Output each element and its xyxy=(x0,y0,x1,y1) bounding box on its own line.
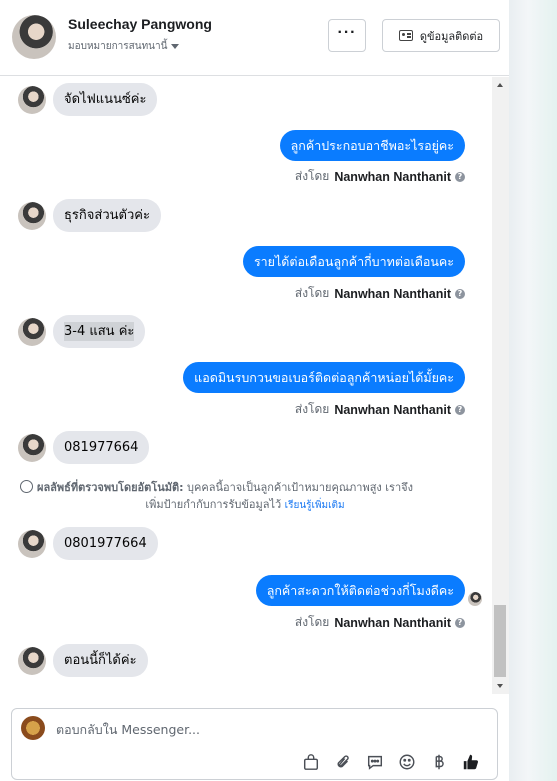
help-icon[interactable]: ? xyxy=(455,404,465,415)
incoming-message: 0801977664 xyxy=(18,527,158,560)
message-bubble: 0801977664 xyxy=(53,527,158,560)
assign-label: มอบหมายการสนทนานี้ xyxy=(68,41,168,52)
auto-note-label: ผลลัพธ์ที่ตรวจพบโดยอัตโนมัติ: xyxy=(37,481,184,494)
auto-note-text1: บุคคลนี้อาจเป็นลูกค้าเป้าหมายคุณภาพสูง เ… xyxy=(187,481,413,494)
background-strip xyxy=(509,0,557,781)
message-list: จัดไฟแนนซ์ค่ะ ลูกค้าประกอบอาชีพอะไรอยู่ค… xyxy=(0,77,509,694)
bag-icon[interactable] xyxy=(295,751,327,773)
sent-by-prefix: ส่งโดย xyxy=(294,615,330,629)
auto-note-line2: เพิ่มป้ายกำกับการรับข้อมูลไว้ เรียนรู้เพ… xyxy=(20,496,470,514)
sparkle-icon xyxy=(20,480,33,493)
outgoing-message: ลูกค้าสะดวกให้ติดต่อช่วงกี่โมงดีคะ xyxy=(255,575,465,606)
message-bubble: รายได้ต่อเดือนลูกค้ากี่บาทต่อเดือนคะ xyxy=(242,246,465,277)
sent-by-prefix: ส่งโดย xyxy=(294,169,330,183)
incoming-message: จัดไฟแนนซ์ค่ะ xyxy=(18,83,158,116)
assign-conversation-dropdown[interactable]: มอบหมายการสนทนานี้ xyxy=(68,39,180,54)
message-scrollbar[interactable] xyxy=(492,77,509,694)
message-bubble: 081977664 xyxy=(53,431,150,464)
like-icon[interactable] xyxy=(455,751,487,773)
incoming-message: ธุรกิจส่วนตัวค่ะ xyxy=(18,199,161,232)
learn-more-link[interactable]: เรียนรู้เพิ่มเติม xyxy=(285,500,345,511)
sender-avatar[interactable] xyxy=(18,85,46,114)
sent-by-prefix: ส่งโดย xyxy=(294,286,330,300)
conversation-panel: Suleechay Pangwong มอบหมายการสนทนานี้ ··… xyxy=(0,0,509,781)
more-icon: ··· xyxy=(337,23,357,41)
outgoing-message: รายได้ต่อเดือนลูกค้ากี่บาทต่อเดือนคะ xyxy=(242,246,465,277)
sent-by-label: ส่งโดย Nanwhan Nanthanit? xyxy=(295,284,465,303)
view-contact-label: ดูข้อมูลติดต่อ xyxy=(419,29,484,43)
sent-by-agent: Nanwhan Nanthanit xyxy=(334,615,451,630)
sender-avatar[interactable] xyxy=(18,317,46,346)
emoji-icon[interactable] xyxy=(391,751,423,773)
help-icon[interactable]: ? xyxy=(455,171,465,182)
outgoing-message: แอดมินรบกวนขอเบอร์ติดต่อลูกค้าหน่อยได้มั… xyxy=(183,362,465,393)
sent-by-label: ส่งโดย Nanwhan Nanthanit? xyxy=(295,613,465,632)
reply-composer xyxy=(11,708,498,780)
message-bubble: ตอนนี้ก็ได้ค่ะ xyxy=(53,644,148,677)
contact-name[interactable]: Suleechay Pangwong xyxy=(68,16,212,32)
sent-by-prefix: ส่งโดย xyxy=(294,402,330,416)
message-bubble: 3-4 แสน ค่ะ xyxy=(53,315,146,348)
sender-avatar[interactable] xyxy=(18,433,46,462)
selected-text: 3-4 แสน ค่ะ xyxy=(64,322,135,341)
composer-toolbar xyxy=(295,751,487,773)
sent-by-agent: Nanwhan Nanthanit xyxy=(334,402,451,417)
sender-avatar[interactable] xyxy=(18,646,46,675)
sent-by-label: ส่งโดย Nanwhan Nanthanit? xyxy=(295,400,465,419)
help-icon[interactable]: ? xyxy=(455,617,465,628)
scroll-thumb[interactable] xyxy=(494,605,506,677)
contact-card-icon xyxy=(398,30,413,41)
sender-avatar[interactable] xyxy=(18,201,46,230)
contact-avatar[interactable] xyxy=(12,15,56,59)
incoming-message: 081977664 xyxy=(18,431,150,464)
message-bubble: แอดมินรบกวนขอเบอร์ติดต่อลูกค้าหน่อยได้มั… xyxy=(183,362,465,393)
message-bubble: ลูกค้าประกอบอาชีพอะไรอยู่คะ xyxy=(279,130,465,161)
message-bubble: ธุรกิจส่วนตัวค่ะ xyxy=(53,199,161,232)
attach-icon[interactable] xyxy=(327,751,359,773)
reply-input[interactable] xyxy=(56,718,476,740)
sender-avatar[interactable] xyxy=(18,529,46,558)
auto-note-line1: ผลลัพธ์ที่ตรวจพบโดยอัตโนมัติ: บุคคลนี้อา… xyxy=(20,479,470,496)
sent-by-agent: Nanwhan Nanthanit xyxy=(334,169,451,184)
auto-detected-note: ผลลัพธ์ที่ตรวจพบโดยอัตโนมัติ: บุคคลนี้อา… xyxy=(20,479,470,514)
message-bubble: จัดไฟแนนซ์ค่ะ xyxy=(53,83,158,116)
scroll-up-arrow-icon[interactable] xyxy=(497,83,503,87)
baht-icon[interactable] xyxy=(423,751,455,773)
incoming-message: 3-4 แสน ค่ะ xyxy=(18,315,146,348)
saved-replies-icon[interactable] xyxy=(359,751,391,773)
outgoing-message: ลูกค้าประกอบอาชีพอะไรอยู่คะ xyxy=(279,130,465,161)
sent-by-label: ส่งโดย Nanwhan Nanthanit? xyxy=(295,167,465,186)
more-button[interactable]: ··· xyxy=(328,19,366,52)
view-contact-button[interactable]: ดูข้อมูลติดต่อ xyxy=(382,19,500,52)
incoming-message: ตอนนี้ก็ได้ค่ะ xyxy=(18,644,148,677)
sent-by-agent: Nanwhan Nanthanit xyxy=(334,286,451,301)
caret-down-icon xyxy=(171,43,180,49)
page-avatar xyxy=(21,716,45,740)
conversation-header: Suleechay Pangwong มอบหมายการสนทนานี้ ··… xyxy=(0,0,509,76)
auto-note-text2: เพิ่มป้ายกำกับการรับข้อมูลไว้ xyxy=(145,498,282,511)
message-bubble: ลูกค้าสะดวกให้ติดต่อช่วงกี่โมงดีคะ xyxy=(255,575,465,606)
seen-avatar xyxy=(468,592,482,606)
scroll-down-arrow-icon[interactable] xyxy=(497,684,503,688)
help-icon[interactable]: ? xyxy=(455,288,465,299)
